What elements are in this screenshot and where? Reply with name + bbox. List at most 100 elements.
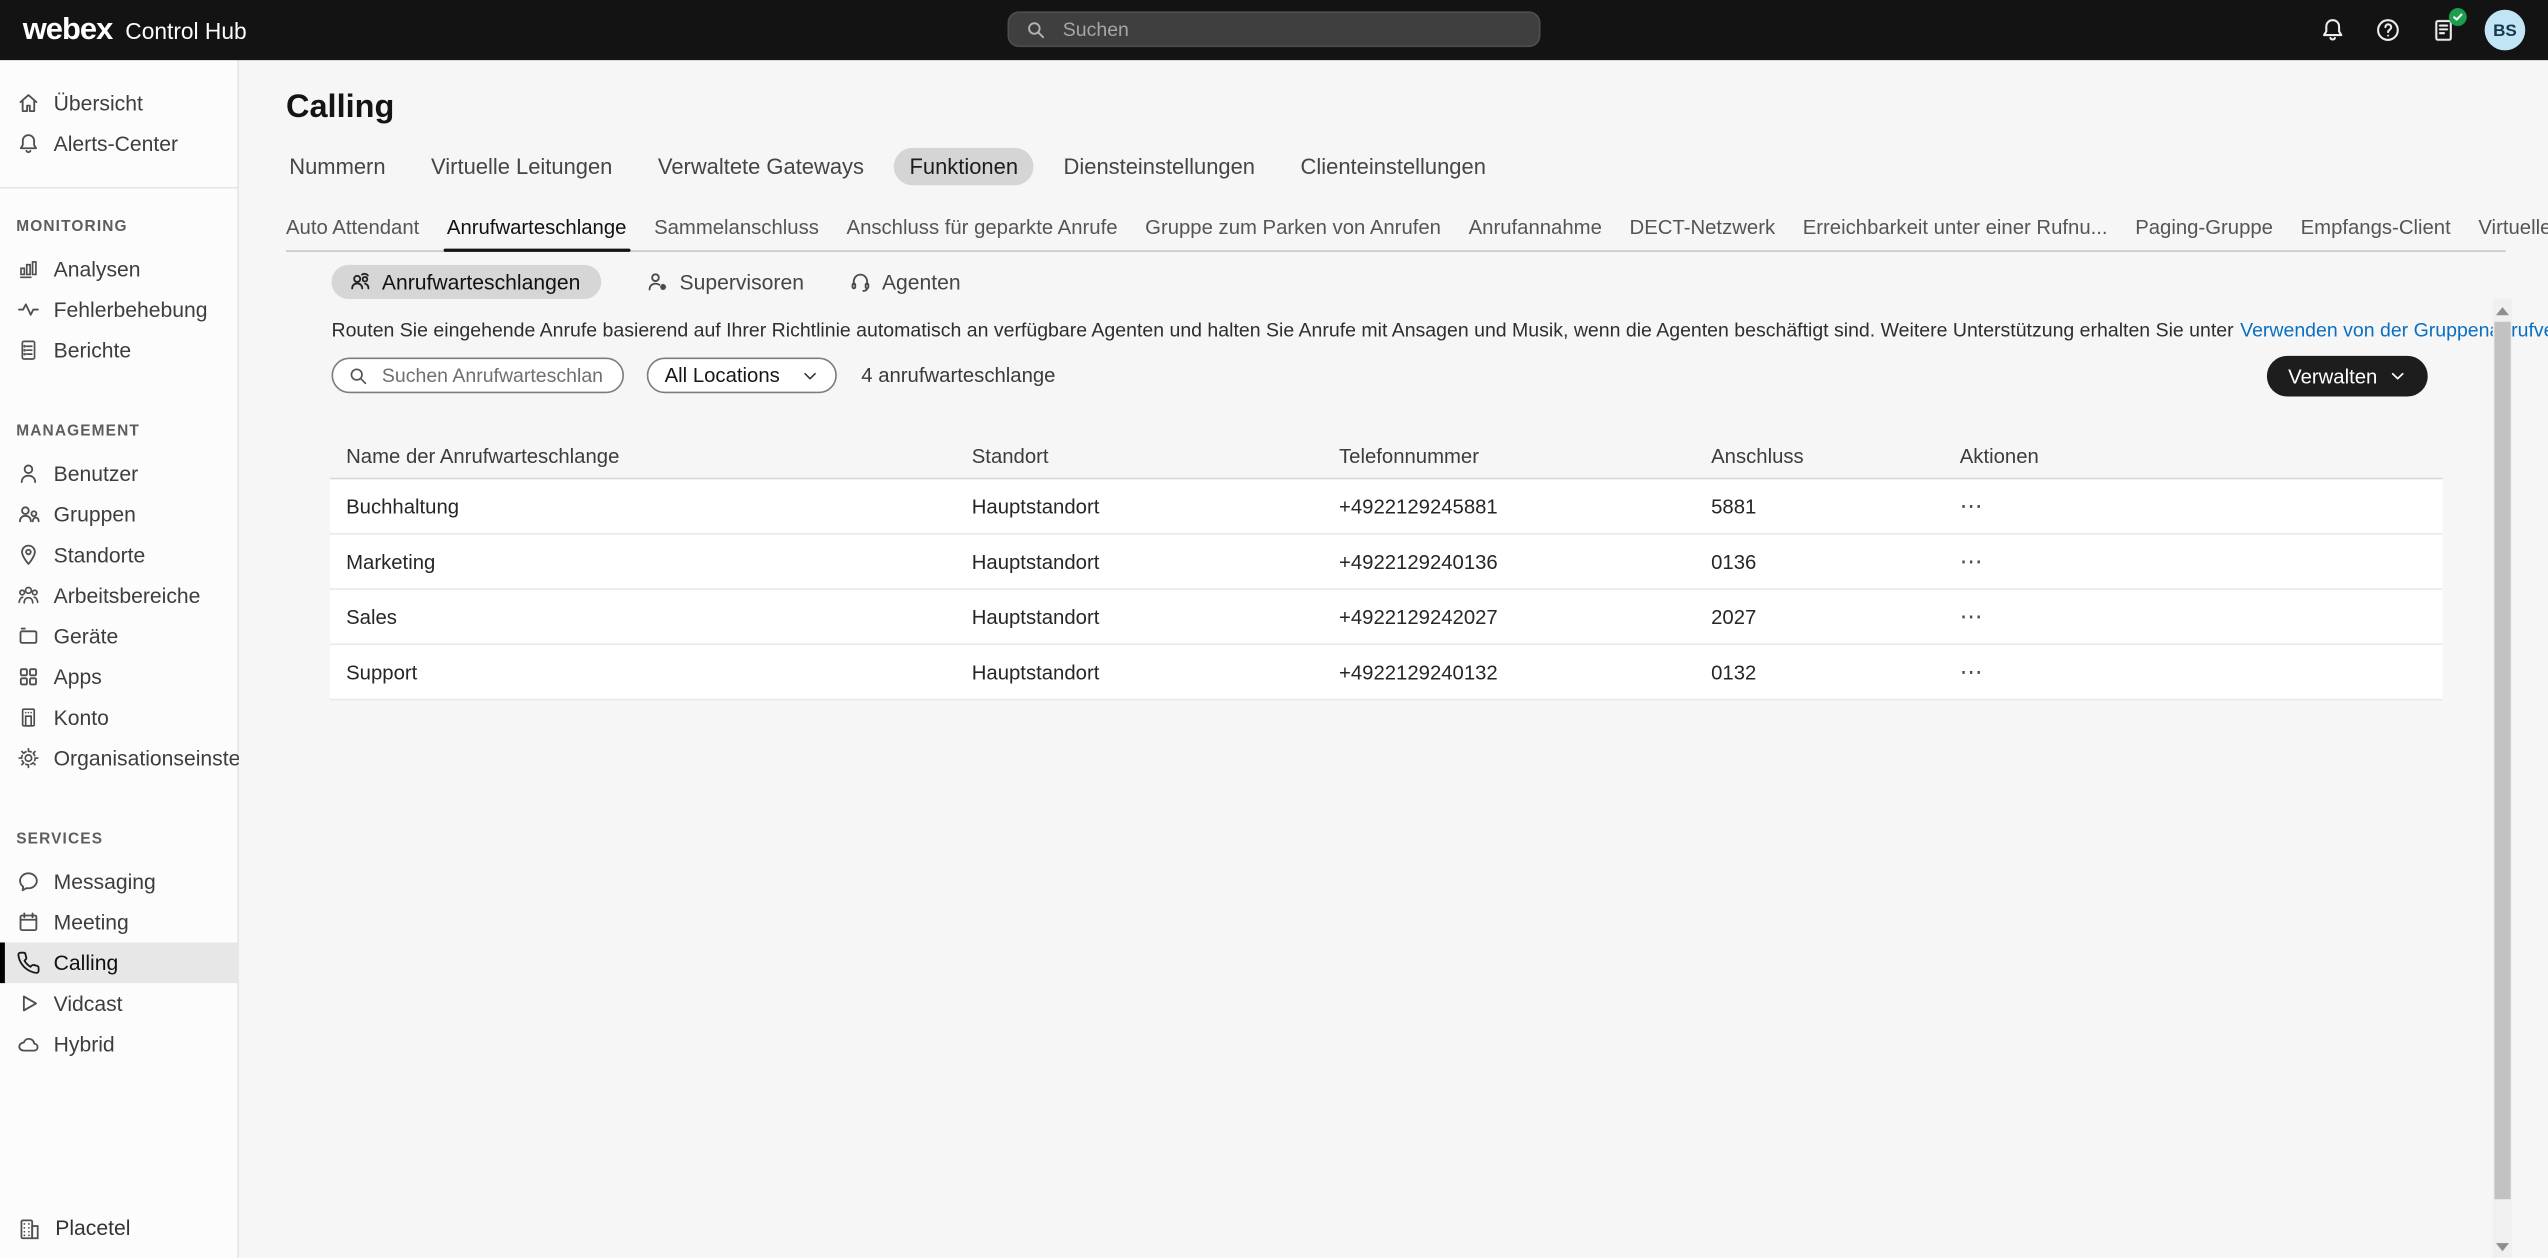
feature-tab-erreichbarkeit[interactable]: Erreichbarkeit unter einer Rufnu... <box>1803 216 2108 250</box>
chevron-down-icon <box>801 366 819 384</box>
bell-icon <box>16 132 40 156</box>
scrollbar-thumb[interactable] <box>2494 322 2510 1200</box>
user-icon <box>16 462 40 486</box>
feature-tab-paging-gruppe[interactable]: Paging-Gruppe <box>2135 216 2273 250</box>
manage-button[interactable]: Verwalten <box>2267 356 2428 397</box>
location-filter-select[interactable]: All Locations <box>647 358 837 394</box>
tab-clienteinstellungen[interactable]: Clienteinstellungen <box>1284 148 1502 185</box>
sidebar-item-uebersicht[interactable]: Übersicht <box>0 83 237 124</box>
group-icon <box>16 502 40 526</box>
pulse-icon <box>16 297 40 321</box>
column-header-telefonnummer[interactable]: Telefonnummer <box>1323 445 1695 468</box>
tab-virtuelle-leitungen[interactable]: Virtuelle Leitungen <box>415 148 629 185</box>
sidebar-item-messaging[interactable]: Messaging <box>0 861 237 902</box>
sidebar-item-alerts-center[interactable]: Alerts-Center <box>0 124 237 165</box>
building-icon <box>16 1215 42 1241</box>
queue-phone: +4922129240132 <box>1323 661 1695 684</box>
sidebar-item-meeting[interactable]: Meeting <box>0 902 237 943</box>
feature-tab-gruppe-parken[interactable]: Gruppe zum Parken von Anrufen <box>1145 216 1441 250</box>
sidebar-item-konto[interactable]: Konto <box>0 697 237 738</box>
feature-tab-anschluss-geparkte-anrufe[interactable]: Anschluss für geparkte Anrufe <box>847 216 1118 250</box>
table-row[interactable]: Buchhaltung Hauptstandort +4922129245881… <box>330 479 2443 534</box>
feature-tabs: Auto Attendant Anrufwarteschlange Sammel… <box>286 216 2506 252</box>
sidebar-item-benutzer[interactable]: Benutzer <box>0 453 237 494</box>
location-filter-value: All Locations <box>665 364 780 387</box>
sidebar-section-services: SERVICES <box>0 829 237 850</box>
chevron-down-icon <box>2389 367 2407 385</box>
cloud-icon <box>16 1032 40 1056</box>
queue-phone: +4922129240136 <box>1323 550 1695 573</box>
webex-logo: webex <box>23 12 113 48</box>
sidebar-item-apps[interactable]: Apps <box>0 657 237 698</box>
sidebar-item-arbeitsbereiche[interactable]: Arbeitsbereiche <box>0 575 237 616</box>
workspaces-icon <box>16 583 40 607</box>
queue-search-input[interactable] <box>379 362 608 388</box>
row-actions-button[interactable]: ⋯ <box>1960 658 1984 684</box>
column-header-name[interactable]: Name der Anrufwarteschlange <box>330 445 956 468</box>
queue-location: Hauptstandort <box>956 550 1323 573</box>
feature-tab-dect-netzwerk[interactable]: DECT-Netzwerk <box>1630 216 1776 250</box>
supervisor-icon <box>645 270 669 294</box>
sidebar-item-hybrid[interactable]: Hybrid <box>0 1024 237 1065</box>
view-tabs: Anrufwarteschlangen Supervisoren Agenten <box>332 263 961 300</box>
table-row[interactable]: Marketing Hauptstandort +4922129240136 0… <box>330 535 2443 590</box>
sidebar-item-organisationseinstellungen[interactable]: Organisationseinstellun... <box>0 738 237 779</box>
sidebar-org-placetel[interactable]: Placetel <box>0 1207 237 1248</box>
column-header-standort[interactable]: Standort <box>956 445 1323 468</box>
notifications-bell-icon[interactable] <box>2319 16 2347 44</box>
feature-tab-sammelanschluss[interactable]: Sammelanschluss <box>654 216 819 250</box>
device-icon <box>16 624 40 648</box>
queue-location: Hauptstandort <box>956 495 1323 518</box>
sidebar-item-label: Messaging <box>54 869 156 893</box>
status-list-icon[interactable] <box>2429 16 2457 44</box>
view-tab-supervisoren[interactable]: Supervisoren <box>645 270 804 294</box>
sidebar-item-label: Standorte <box>54 543 146 567</box>
global-search[interactable] <box>1008 11 1541 47</box>
avatar[interactable]: BS <box>2485 10 2526 51</box>
report-icon <box>16 338 40 362</box>
tab-nummern[interactable]: Nummern <box>273 148 402 185</box>
sidebar-item-berichte[interactable]: Berichte <box>0 330 237 371</box>
table-row[interactable]: Support Hauptstandort +4922129240132 013… <box>330 645 2443 700</box>
view-tab-label: Anrufwarteschlangen <box>382 270 580 294</box>
scroll-up-arrow[interactable] <box>2493 299 2513 322</box>
scroll-down-arrow[interactable] <box>2493 1243 2513 1251</box>
sidebar-item-fehlerbehebung[interactable]: Fehlerbehebung <box>0 289 237 330</box>
row-actions-button[interactable]: ⋯ <box>1960 548 1984 574</box>
sidebar-item-standorte[interactable]: Standorte <box>0 535 237 576</box>
help-icon[interactable] <box>2374 16 2402 44</box>
feature-tab-virtueller-anschluss[interactable]: Virtueller Anschluss <box>2478 216 2548 250</box>
location-pin-icon <box>16 543 40 567</box>
view-tab-anrufwarteschlangen[interactable]: Anrufwarteschlangen <box>332 265 602 299</box>
row-actions-button[interactable]: ⋯ <box>1960 603 1984 629</box>
queue-search[interactable] <box>332 358 625 394</box>
column-header-anschluss[interactable]: Anschluss <box>1695 445 1944 468</box>
sidebar-item-gruppen[interactable]: Gruppen <box>0 494 237 535</box>
global-search-input[interactable] <box>1060 16 1523 42</box>
sidebar-section-management: MANAGEMENT <box>0 421 237 442</box>
sidebar-item-analysen[interactable]: Analysen <box>0 249 237 290</box>
play-icon <box>16 991 40 1015</box>
tab-funktionen[interactable]: Funktionen <box>893 148 1034 185</box>
tab-diensteinstellungen[interactable]: Diensteinstellungen <box>1047 148 1271 185</box>
sidebar-item-vidcast[interactable]: Vidcast <box>0 983 237 1024</box>
row-actions-button[interactable]: ⋯ <box>1960 492 1984 518</box>
queue-name: Marketing <box>330 550 956 573</box>
table-row[interactable]: Sales Hauptstandort +4922129242027 2027 … <box>330 590 2443 645</box>
sidebar-item-label: Vidcast <box>54 991 123 1015</box>
queue-name: Buchhaltung <box>330 495 956 518</box>
vertical-scrollbar[interactable] <box>2493 299 2513 1258</box>
feature-tab-auto-attendant[interactable]: Auto Attendant <box>286 216 419 250</box>
sidebar-item-calling[interactable]: Calling <box>0 943 237 984</box>
search-icon <box>1025 19 1046 40</box>
feature-tab-empfangs-client[interactable]: Empfangs-Client <box>2301 216 2451 250</box>
view-tab-agenten[interactable]: Agenten <box>848 270 961 294</box>
gear-icon <box>16 746 40 770</box>
feature-tab-anrufannahme[interactable]: Anrufannahme <box>1469 216 1602 250</box>
org-name: Placetel <box>55 1216 130 1240</box>
feature-tab-anrufwarteschlange[interactable]: Anrufwarteschlange <box>447 216 627 250</box>
sidebar-item-label: Arbeitsbereiche <box>54 583 201 607</box>
manage-button-label: Verwalten <box>2288 365 2377 388</box>
sidebar-item-geraete[interactable]: Geräte <box>0 616 237 657</box>
tab-verwaltete-gateways[interactable]: Verwaltete Gateways <box>642 148 881 185</box>
